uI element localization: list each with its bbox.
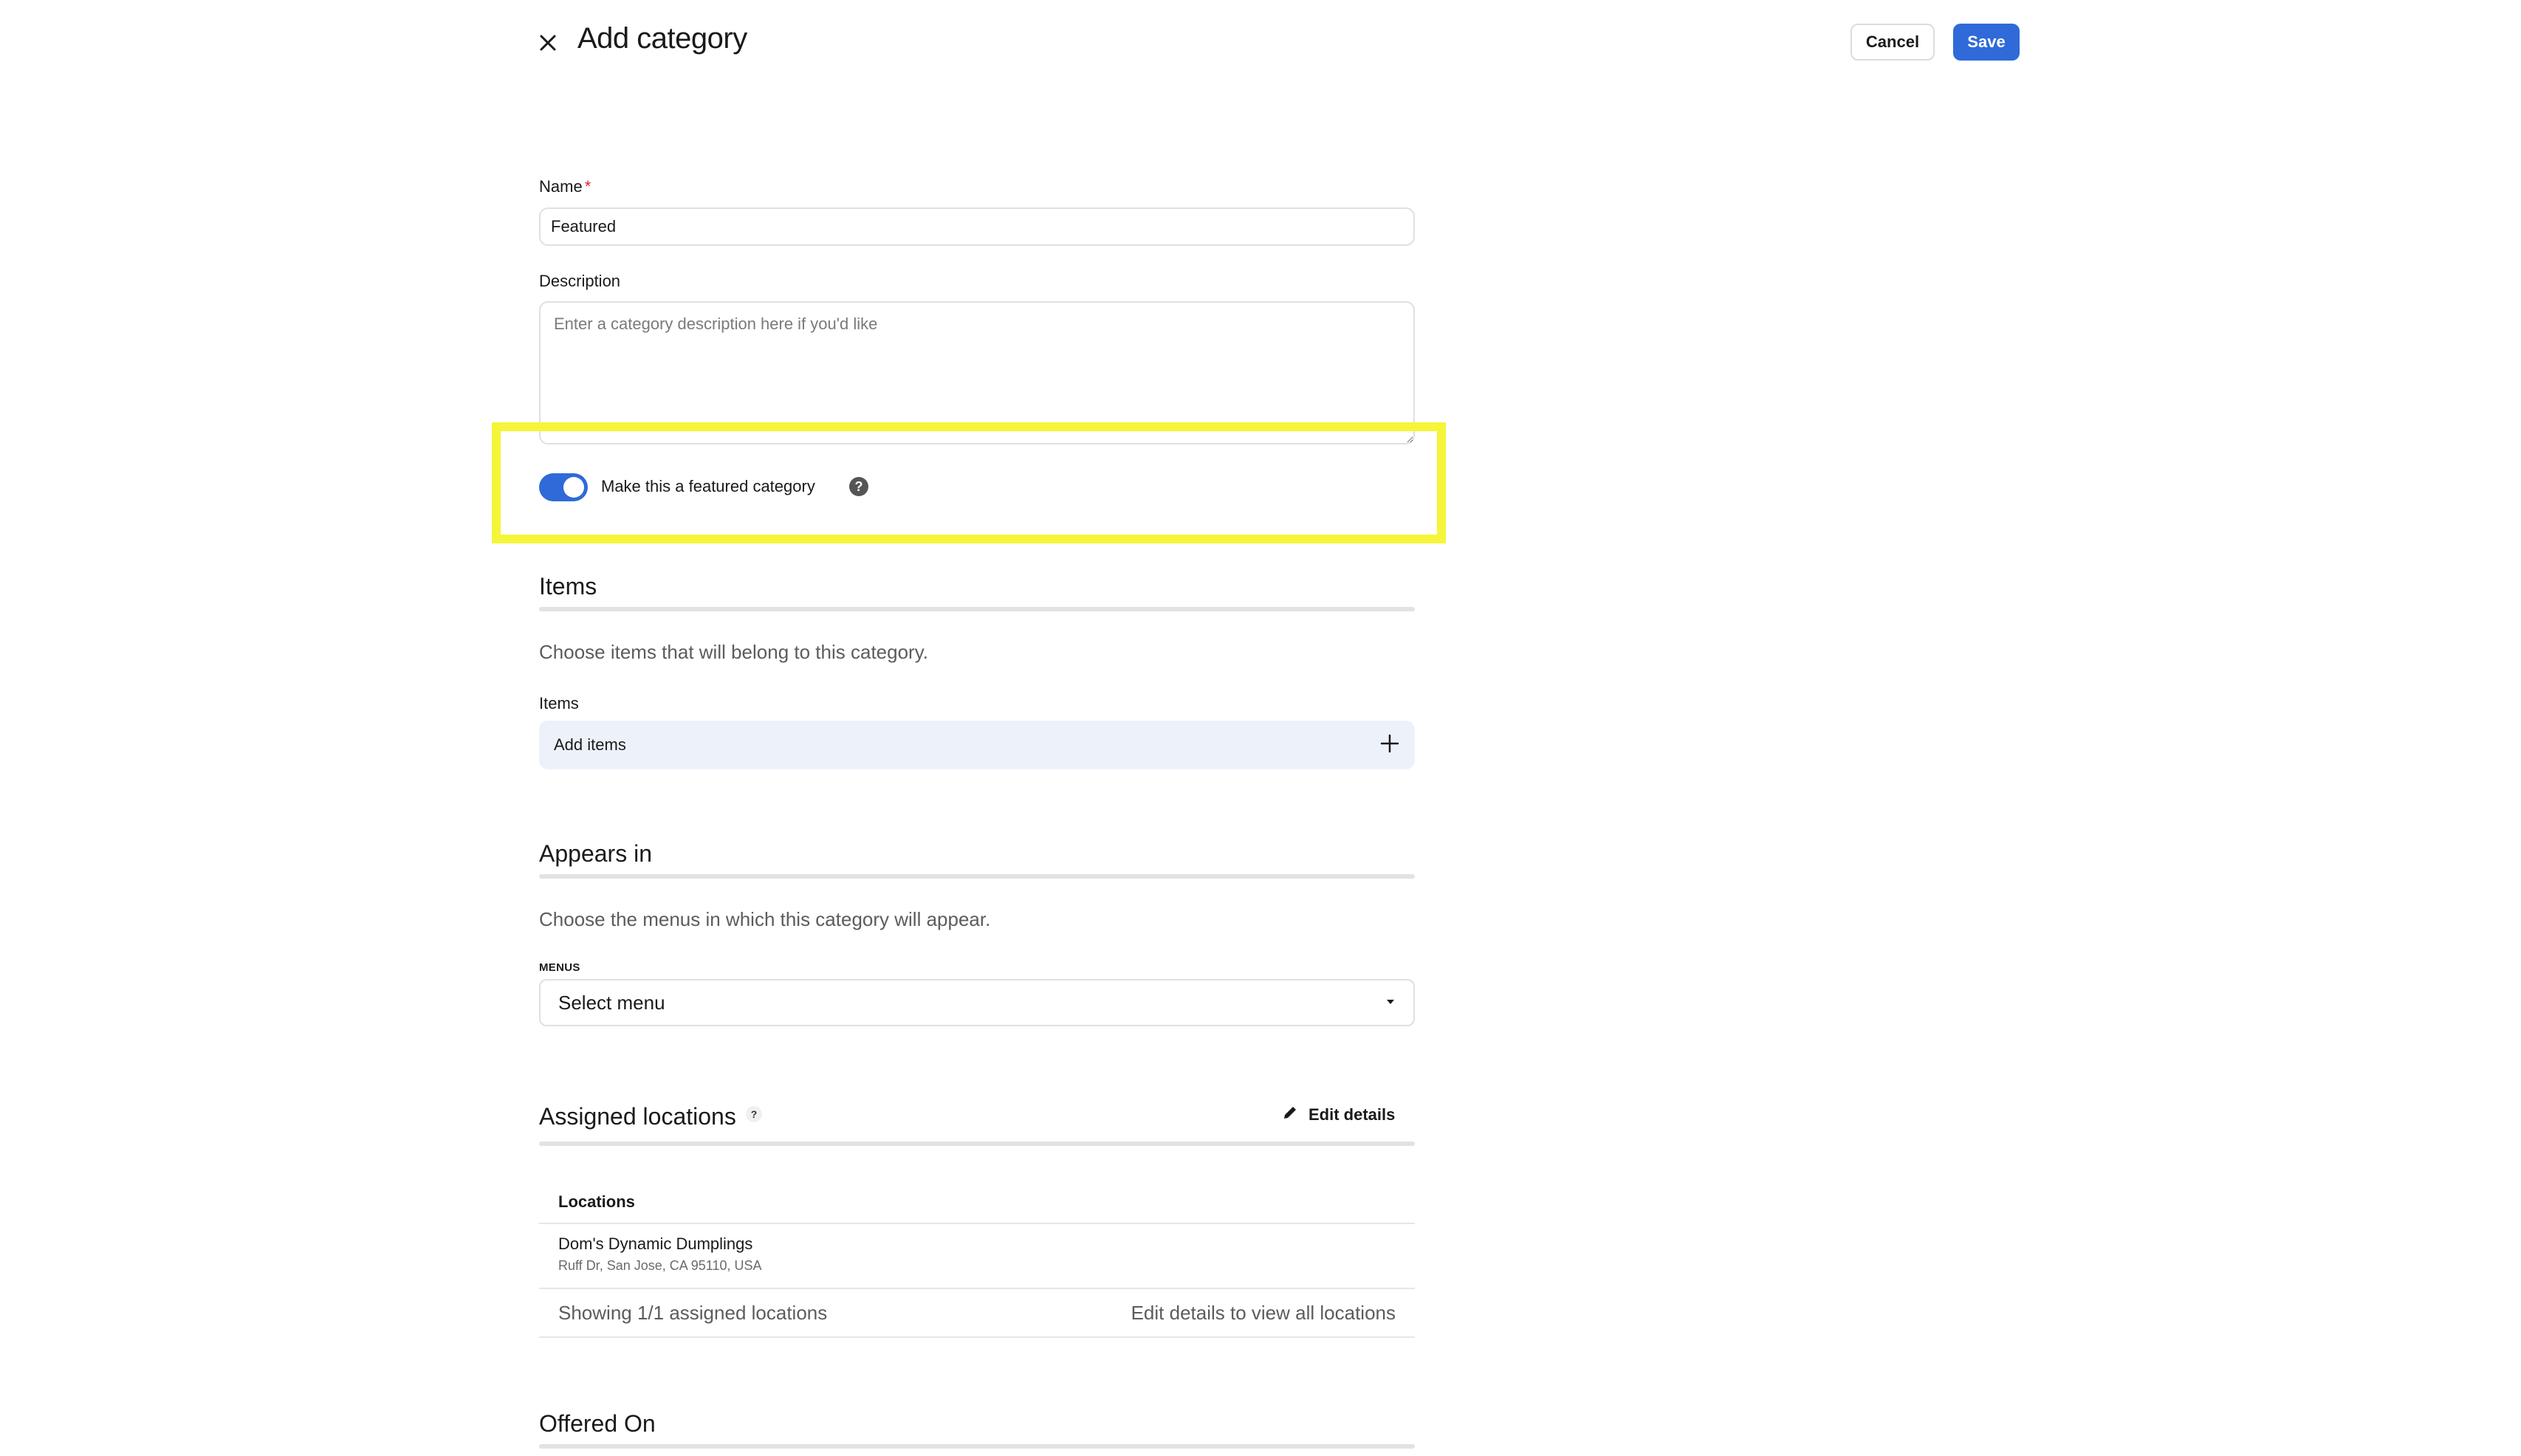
- location-address: Ruff Dr, San Jose, CA 95110, USA: [558, 1258, 762, 1273]
- page-title: Add category: [577, 22, 747, 55]
- menus-label: MENUS: [539, 961, 580, 974]
- help-icon[interactable]: ?: [746, 1106, 762, 1122]
- add-category-page: Add category Cancel Save Name* Descripti…: [0, 0, 2521, 1456]
- help-icon[interactable]: ?: [849, 477, 868, 496]
- close-icon[interactable]: [533, 28, 563, 58]
- add-items-label: Add items: [554, 735, 626, 754]
- appears-in-section-description: Choose the menus in which this category …: [539, 908, 991, 930]
- toggle-knob: [563, 477, 584, 498]
- offered-on-section-divider: [539, 1444, 1415, 1449]
- caret-down-icon: [1385, 996, 1396, 1009]
- required-marker: *: [584, 177, 591, 196]
- menu-select-value: Select menu: [558, 991, 665, 1014]
- items-section-description: Choose items that will belong to this ca…: [539, 641, 929, 663]
- add-items-button[interactable]: Add items: [539, 721, 1415, 769]
- pencil-icon: [1282, 1105, 1298, 1125]
- items-section-title: Items: [539, 573, 597, 600]
- appears-in-section-title: Appears in: [539, 840, 652, 867]
- locations-footer: Showing 1/1 assigned locations Edit deta…: [539, 1289, 1415, 1338]
- edit-details-label: Edit details: [1308, 1105, 1396, 1124]
- name-label: Name *: [539, 177, 591, 196]
- plus-icon: [1379, 733, 1400, 758]
- edit-details-button[interactable]: Edit details: [1282, 1102, 1395, 1128]
- locations-count: Showing 1/1 assigned locations: [558, 1301, 828, 1324]
- cancel-button[interactable]: Cancel: [1851, 24, 1935, 61]
- name-input[interactable]: [539, 207, 1415, 246]
- assigned-locations-title: Assigned locations: [539, 1103, 736, 1130]
- locations-hint: Edit details to view all locations: [1131, 1301, 1396, 1324]
- location-name: Dom's Dynamic Dumplings: [558, 1234, 753, 1253]
- offered-on-section-title: Offered On: [539, 1410, 656, 1437]
- items-section-divider: [539, 607, 1415, 611]
- featured-toggle[interactable]: [539, 473, 588, 501]
- items-field-label: Items: [539, 694, 579, 712]
- featured-toggle-label: Make this a featured category: [601, 477, 815, 495]
- name-label-text: Name: [539, 177, 583, 196]
- locations-column-header: Locations: [539, 1181, 1415, 1224]
- assigned-locations-divider: [539, 1141, 1415, 1146]
- description-label: Description: [539, 272, 621, 290]
- table-row: Dom's Dynamic Dumplings Ruff Dr, San Jos…: [539, 1224, 1415, 1289]
- appears-in-section-divider: [539, 874, 1415, 879]
- save-button[interactable]: Save: [1953, 24, 2020, 61]
- menu-select[interactable]: Select menu: [539, 979, 1415, 1026]
- locations-table: Locations Dom's Dynamic Dumplings Ruff D…: [539, 1181, 1415, 1338]
